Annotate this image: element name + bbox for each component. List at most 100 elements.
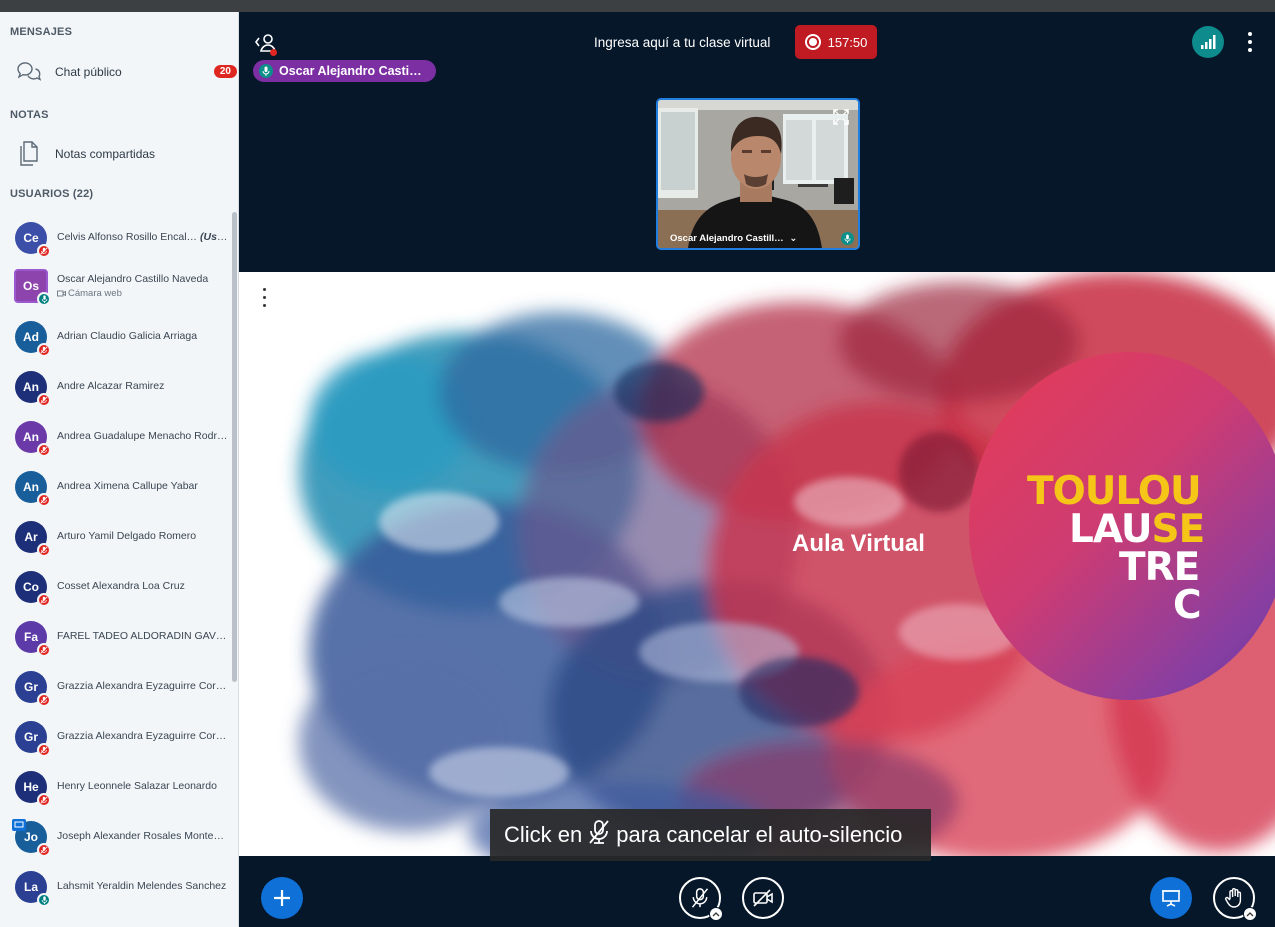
muted-microphone-icon <box>37 693 51 707</box>
user-name-text: Grazzia Alexandra Eyzaguirre Correa <box>57 730 229 742</box>
connection-status-button[interactable] <box>1192 26 1224 58</box>
user-name-text: Andrea Guadalupe Menacho Rodri… <box>57 430 229 442</box>
expand-icon <box>833 109 849 125</box>
user-name-text: Celvis Alfonso Rosillo Encal… <box>57 231 198 243</box>
chevron-up-icon <box>1246 912 1254 917</box>
users-section-title: USUARIOS (22) <box>10 188 94 200</box>
talking-user-name: Oscar Alejandro Casti… <box>279 64 422 78</box>
muted-microphone-icon <box>37 343 51 357</box>
presentation-options-button[interactable] <box>257 285 271 309</box>
muted-microphone-icon <box>37 643 51 657</box>
microphone-icon <box>259 64 273 78</box>
share-webcam-button[interactable] <box>742 877 784 919</box>
user-list-item[interactable]: An Andrea Ximena Callupe Yabar <box>0 462 232 512</box>
webcam-video-tile[interactable]: Oscar Alejandro Castill… ⌄ <box>656 98 860 250</box>
muted-microphone-icon <box>37 543 51 557</box>
user-name-text: Oscar Alejandro Castillo Naveda <box>57 273 209 285</box>
user-name-text: Cosset Alexandra Loa Cruz <box>57 580 185 592</box>
user-list-item[interactable]: Ad Adrian Claudio Galicia Arriaga <box>0 312 232 362</box>
signal-bars-icon <box>1201 35 1216 49</box>
user-name: Henry Leonnele Salazar Leonardo <box>57 780 229 792</box>
user-list-item[interactable]: An Andre Alcazar Ramirez <box>0 362 232 412</box>
actions-button[interactable] <box>261 877 303 919</box>
user-name: Cosset Alexandra Loa Cruz <box>57 580 229 592</box>
toggle-user-list-button[interactable] <box>253 30 279 56</box>
user-name: Andrea Guadalupe Menacho Rodri… <box>57 430 229 442</box>
logo-text: C <box>1173 583 1202 628</box>
user-list-item[interactable]: Ar Arturo Yamil Delgado Romero <box>0 512 232 562</box>
status-options-caret[interactable] <box>1243 907 1257 921</box>
user-name-text: Arturo Yamil Delgado Romero <box>57 530 197 542</box>
logo-line: C <box>1173 583 1202 628</box>
user-name-text: Adrian Claudio Galicia Arriaga <box>57 330 198 342</box>
user-name-text: Andrea Ximena Callupe Yabar <box>57 480 198 492</box>
user-name-text: Andre Alcazar Ramirez <box>57 380 165 392</box>
user-name-text: Joseph Alexander Rosales Monten… <box>57 830 229 842</box>
user-list-item[interactable]: He Henry Leonnele Salazar Leonardo <box>0 762 232 812</box>
presentation-toggle-button[interactable] <box>1150 877 1192 919</box>
raise-hand-button[interactable] <box>1213 877 1257 921</box>
muted-microphone-icon <box>37 743 51 757</box>
user-list-item[interactable]: Fa FAREL TADEO ALDORADIN GAVIRIA <box>0 612 232 662</box>
user-name-text: Lahsmit Yeraldin Melendes Sanchez <box>57 880 227 892</box>
auto-mute-toast: Click en para cancelar el auto-silencio <box>490 809 931 861</box>
shared-notes-item[interactable]: Notas compartidas <box>0 136 238 172</box>
record-icon <box>804 34 821 50</box>
webcam-user-name[interactable]: Oscar Alejandro Castill… ⌄ <box>670 233 797 244</box>
user-list-scrollbar[interactable] <box>232 212 237 682</box>
muted-microphone-icon <box>37 443 51 457</box>
recording-time: 157:50 <box>827 34 868 50</box>
public-chat-item[interactable]: Chat público 20 <box>0 54 238 90</box>
public-chat-label: Chat público <box>55 65 122 79</box>
user-name: Joseph Alexander Rosales Monten… <box>57 830 229 842</box>
user-list-item[interactable]: CeCelvis Alfonso Rosillo Encal… (Usted) <box>0 213 232 263</box>
chevron-up-icon <box>712 912 720 917</box>
user-status: Cámara web <box>57 288 122 299</box>
muted-microphone-icon <box>37 244 51 258</box>
camera-off-icon <box>753 889 773 907</box>
webcam-video-frame <box>658 100 858 248</box>
user-name-text: FAREL TADEO ALDORADIN GAVIRIA <box>57 630 229 642</box>
user-name: Lahsmit Yeraldin Melendes Sanchez <box>57 880 229 892</box>
options-menu-button[interactable] <box>1243 30 1257 54</box>
meeting-title: Ingresa aquí a tu clase virtual <box>594 35 771 50</box>
recording-button[interactable]: 157:50 <box>795 25 877 59</box>
slide-title: Aula Virtual <box>792 530 925 557</box>
user-list-item[interactable]: Os Oscar Alejandro Castillo Naveda Cámara … <box>0 261 232 311</box>
audio-options-caret[interactable] <box>709 907 723 921</box>
microphone-icon <box>37 292 51 306</box>
chevron-down-icon: ⌄ <box>789 233 798 244</box>
talking-indicator[interactable]: Oscar Alejandro Casti… <box>253 60 436 82</box>
new-notification-dot <box>270 49 277 56</box>
user-list-item[interactable]: Gr Grazzia Alexandra Eyzaguirre Correa <box>0 712 232 762</box>
user-name: Grazzia Alexandra Eyzaguirre Correa <box>57 730 229 742</box>
microphone-icon <box>841 232 854 245</box>
logo-line: TRE <box>1119 548 1200 588</box>
fullscreen-button[interactable] <box>832 108 850 126</box>
notes-icon <box>14 140 42 168</box>
user-name: Andrea Ximena Callupe Yabar <box>57 480 229 492</box>
presentation-area[interactable]: Aula Virtual TOULOU LAUSE TRE C <box>239 272 1275 856</box>
messages-section-title: MENSAJES <box>10 26 73 38</box>
muted-microphone-icon <box>37 393 51 407</box>
user-list-item[interactable]: Co Cosset Alexandra Loa Cruz <box>0 562 232 612</box>
logo-line: LAUSE <box>1069 510 1205 550</box>
plus-icon <box>274 890 290 906</box>
logo-line: TOULOU <box>1027 472 1202 512</box>
user-list-item[interactable]: An Andrea Guadalupe Menacho Rodri… <box>0 412 232 462</box>
muted-microphone-icon <box>587 819 611 851</box>
browser-top-strip <box>0 0 1275 12</box>
user-name: Grazzia Alexandra Eyzaguirre Correa <box>57 680 229 692</box>
microphone-icon <box>37 893 51 907</box>
unread-count-badge: 20 <box>213 65 237 78</box>
user-list-item[interactable]: La Lahsmit Yeraldin Melendes Sanchez <box>0 862 232 912</box>
toast-text-after: para cancelar el auto-silencio <box>616 822 903 847</box>
muted-microphone-icon <box>691 888 709 908</box>
notes-section-title: NOTAS <box>10 109 49 121</box>
user-list-item[interactable]: Jo Joseph Alexander Rosales Monten… <box>0 812 232 862</box>
toast-text-before: Click en <box>504 822 583 847</box>
user-name: FAREL TADEO ALDORADIN GAVIRIA <box>57 630 229 642</box>
user-list-item[interactable]: Gr Grazzia Alexandra Eyzaguirre Correa <box>0 662 232 712</box>
muted-microphone-icon <box>37 843 51 857</box>
unmute-button[interactable] <box>679 877 723 921</box>
